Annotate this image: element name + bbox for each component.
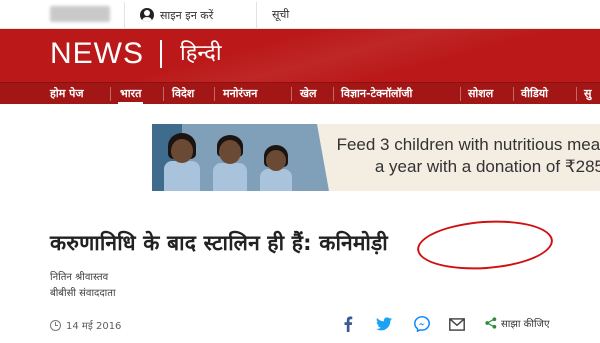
nav-item-social[interactable]: सोशल [468, 83, 493, 105]
publish-date: 14 मई 2016 [50, 317, 121, 333]
headline-highlight: कनिमोड़ी [319, 231, 388, 255]
clock-icon [50, 319, 61, 331]
ad-child-figure [258, 145, 294, 191]
ad-child-figure [210, 135, 250, 191]
ad-line-1: Feed 3 children with nutritious meal [336, 135, 600, 154]
top-utility-bar: साइन इन करें सूची [0, 0, 600, 29]
article-headline: करुणानिधि के बाद स्टालिन ही हैं: कनिमोड़… [50, 229, 388, 257]
divider [256, 2, 257, 28]
nav-separator [291, 87, 292, 101]
nav-separator [110, 87, 111, 101]
advertisement-banner[interactable]: Feed 3 children with nutritious meal a y… [152, 124, 600, 191]
nav-item-science-tech[interactable]: विज्ञान-टेक्नॉलॉजी [341, 83, 412, 105]
bbc-logo[interactable] [50, 6, 110, 22]
user-icon [140, 8, 154, 22]
brand-separator [160, 40, 162, 68]
twitter-icon[interactable] [374, 315, 394, 333]
email-icon[interactable] [447, 315, 467, 333]
author-role: बीबीसी संवाददाता [50, 288, 116, 299]
share-icon [485, 317, 497, 329]
nav-separator [513, 87, 514, 101]
list-menu-link[interactable]: सूची [272, 7, 289, 22]
nav-separator [333, 87, 334, 101]
sign-in-link[interactable]: साइन इन करें [140, 6, 213, 24]
share-label: साझा कीजिए [501, 319, 550, 330]
nav-separator [163, 87, 164, 101]
facebook-icon[interactable] [338, 315, 358, 333]
nav-separator [460, 87, 461, 101]
nav-item-home[interactable]: होम पेज [50, 83, 84, 105]
language-label[interactable]: हिन्दी [180, 39, 222, 69]
ad-children-photo [152, 124, 317, 191]
messenger-icon[interactable] [412, 315, 432, 333]
ad-divider-shape [317, 124, 329, 191]
share-button[interactable]: साझा कीजिए [485, 316, 550, 330]
divider [124, 2, 125, 28]
nav-separator [576, 87, 577, 101]
ad-copy: Feed 3 children with nutritious meal a y… [334, 134, 600, 178]
author-name[interactable]: नितिन श्रीवास्तव [50, 270, 108, 286]
nav-item-india[interactable]: भारत [117, 83, 144, 105]
main-navigation: होम पेज भारत विदेश मनोरंजन खेल विज्ञान-ट… [0, 82, 600, 105]
nav-item-more[interactable]: सु [584, 83, 591, 105]
nav-item-entertainment[interactable]: मनोरंजन [223, 83, 257, 105]
nav-item-world[interactable]: विदेश [172, 83, 194, 105]
ad-child-figure [162, 131, 202, 191]
headline-main: करुणानिधि के बाद स्टालिन ही हैं: [50, 231, 312, 255]
nav-separator [214, 87, 215, 101]
nav-item-sports[interactable]: खेल [300, 83, 316, 105]
annotation-circle [415, 216, 555, 274]
sign-in-label: साइन इन करें [160, 8, 214, 22]
date-text: 14 मई 2016 [66, 321, 122, 332]
news-brand[interactable]: NEWS [50, 37, 144, 71]
nav-item-video[interactable]: वीडियो [521, 83, 548, 105]
ad-line-2: a year with a donation of ₹285 [374, 157, 600, 176]
